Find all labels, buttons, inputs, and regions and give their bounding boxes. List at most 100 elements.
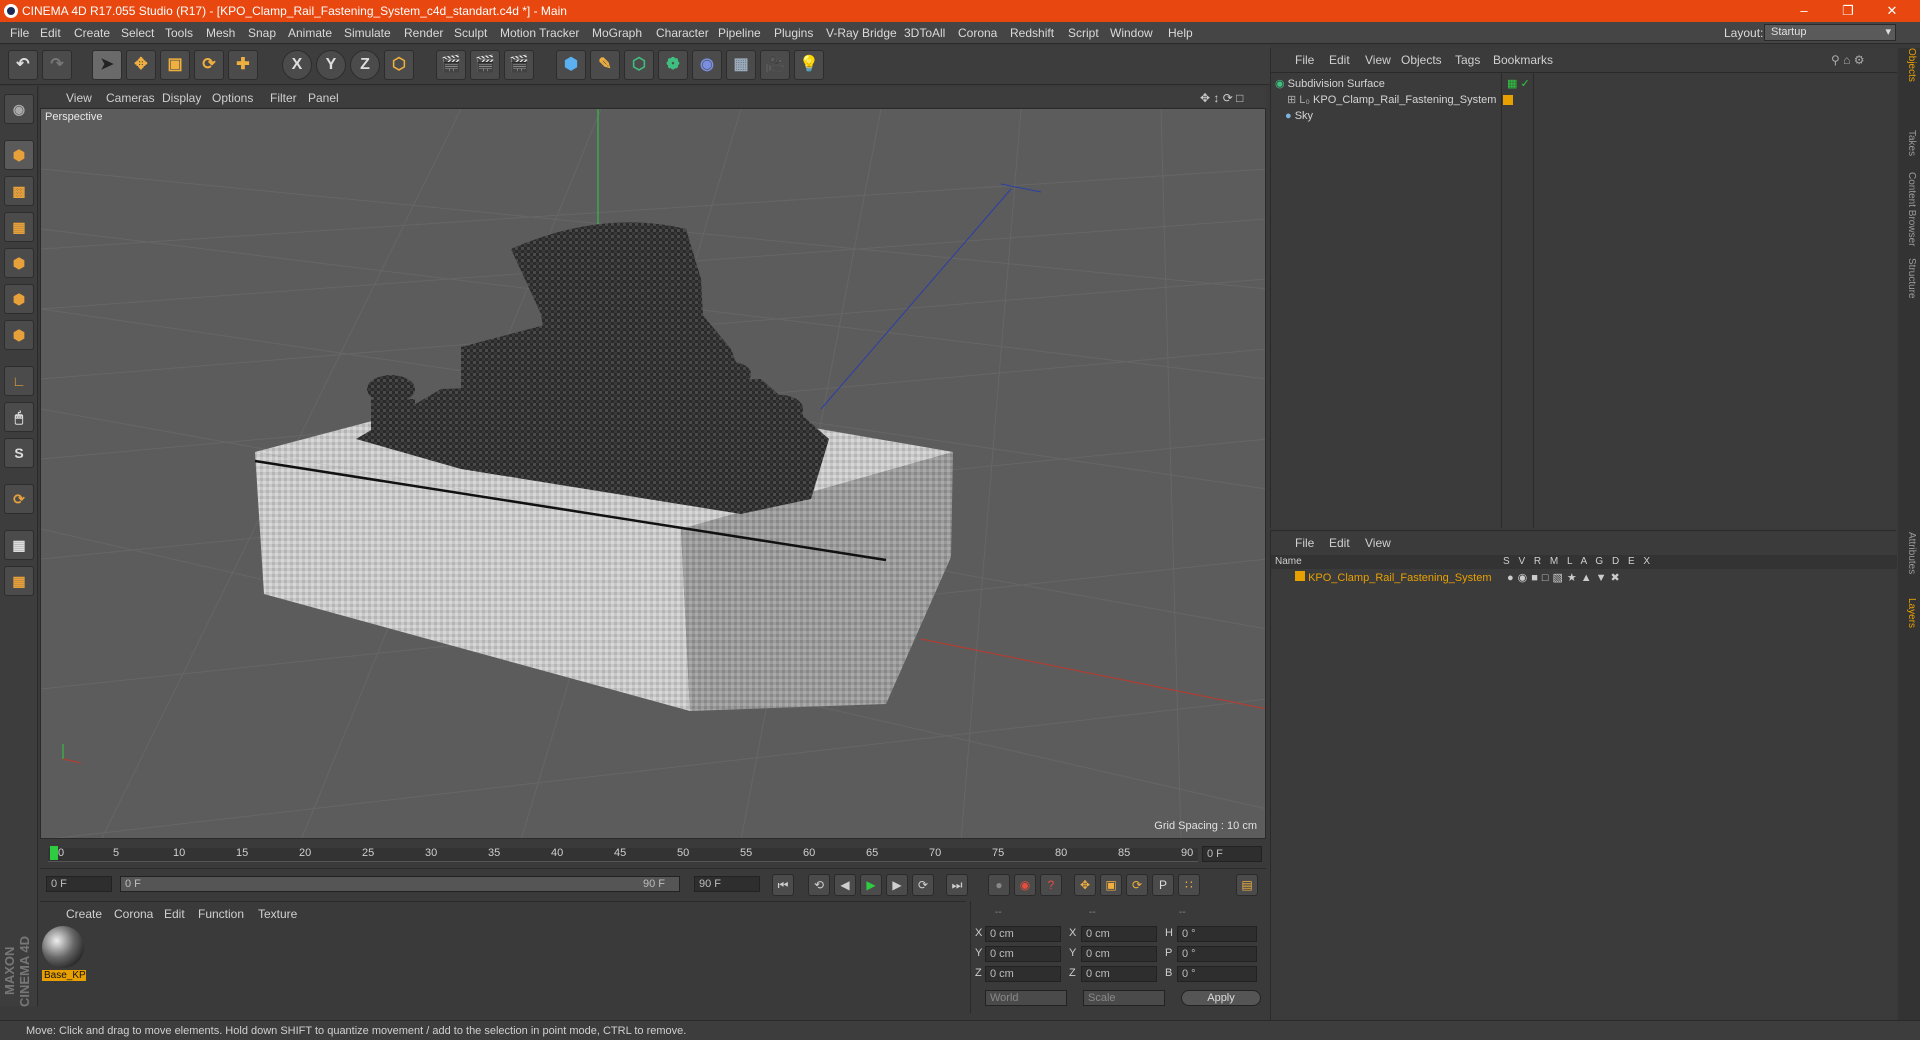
viewport-menu-view[interactable]: View (66, 91, 92, 105)
layer-row[interactable]: KPO_Clamp_Rail_Fastening_System ●◉■□▧★▲▼… (1275, 569, 1895, 587)
material-thumb[interactable]: Base_KP (42, 926, 86, 986)
menu-select[interactable]: Select (121, 26, 154, 40)
end-frame-field[interactable]: 90 F (694, 876, 760, 892)
polygons-mode-button[interactable]: ⬢ (4, 320, 34, 350)
current-frame-field[interactable]: 0 F (1202, 846, 1262, 862)
autokeying-button[interactable]: ◉ (1014, 874, 1036, 896)
menu-tools[interactable]: Tools (165, 26, 193, 40)
obj-menu-objects[interactable]: Objects (1401, 53, 1442, 67)
workplane-lock-button[interactable]: ▦ (4, 530, 34, 560)
menu-character[interactable]: Character (656, 26, 709, 40)
layer-flag-icons[interactable]: ●◉■□▧★▲▼✖ (1507, 569, 1624, 587)
obj-menu-tags[interactable]: Tags (1455, 53, 1480, 67)
x-axis-lock-button[interactable]: X (282, 50, 312, 80)
menu-3dtoall[interactable]: 3DToAll (904, 26, 945, 40)
tab-content-browser[interactable]: Content Browser (1901, 172, 1917, 246)
render-settings-button[interactable]: 🎬 (504, 50, 534, 80)
viewport-menu-panel[interactable]: Panel (308, 91, 339, 105)
menu-mograph[interactable]: MoGraph (592, 26, 642, 40)
tab-attributes[interactable]: Attributes (1901, 532, 1917, 574)
viewport-navigation-icons[interactable]: ✥ ↕ ⟳ □ (1200, 91, 1243, 105)
render-view-button[interactable]: 🎬 (436, 50, 466, 80)
tab-structure[interactable]: Structure (1901, 258, 1917, 299)
world-select[interactable]: World (985, 990, 1067, 1006)
position-y-field[interactable]: 0 cm (985, 946, 1061, 962)
obj-menu-bookmarks[interactable]: Bookmarks (1493, 53, 1553, 67)
tab-objects[interactable]: Objects (1901, 48, 1917, 82)
viewport-menu-cameras[interactable]: Cameras (106, 91, 155, 105)
menu-sculpt[interactable]: Sculpt (454, 26, 487, 40)
axis-mode-button[interactable]: ∟ (4, 366, 34, 396)
texture-mode-button[interactable]: ▩ (4, 176, 34, 206)
maximize-button[interactable]: ❐ (1826, 1, 1870, 21)
apply-button[interactable]: Apply (1181, 990, 1261, 1006)
z-axis-lock-button[interactable]: Z (350, 50, 380, 80)
perspective-viewport[interactable]: Perspective Grid Spacing : 10 cm (40, 108, 1266, 839)
viewport-menu-display[interactable]: Display (162, 91, 201, 105)
rotation-h-field[interactable]: 0 ° (1177, 926, 1257, 942)
point-level-key-button[interactable]: ∷ (1178, 874, 1200, 896)
frame-range-slider[interactable]: 0 F 90 F (120, 876, 680, 892)
position-key-button[interactable]: ✥ (1074, 874, 1096, 896)
layer-menu-edit[interactable]: Edit (1329, 536, 1350, 550)
position-z-field[interactable]: 0 cm (985, 966, 1061, 982)
mograph-cloner-button[interactable]: ❁ (658, 50, 688, 80)
menu-help[interactable]: Help (1168, 26, 1193, 40)
edges-mode-button[interactable]: ⬢ (4, 284, 34, 314)
model-mode-button[interactable]: ⬢ (4, 140, 34, 170)
menu-create[interactable]: Create (74, 26, 110, 40)
layer-menu-view[interactable]: View (1365, 536, 1391, 550)
mat-menu-function[interactable]: Function (198, 907, 244, 921)
previous-frame-button[interactable]: ◀ (834, 874, 856, 896)
menu-edit[interactable]: Edit (40, 26, 61, 40)
mat-menu-edit[interactable]: Edit (164, 907, 185, 921)
mat-menu-corona[interactable]: Corona (114, 907, 153, 921)
camera-button[interactable]: 🎥 (760, 50, 790, 80)
move-tool-button[interactable]: ✥ (126, 50, 156, 80)
timeline-ruler[interactable]: 0 5 10 15 20 25 30 35 40 45 50 55 60 65 … (40, 842, 1266, 867)
live-selection-button[interactable]: ✚ (228, 50, 258, 80)
rotation-b-field[interactable]: 0 ° (1177, 966, 1257, 982)
render-picture-viewer-button[interactable]: 🎬 (470, 50, 500, 80)
menu-window[interactable]: Window (1110, 26, 1153, 40)
snap-button[interactable]: ⟳ (4, 484, 34, 514)
deformer-button[interactable]: ◉ (692, 50, 722, 80)
go-to-end-button[interactable]: ⏭ (946, 874, 968, 896)
menu-mesh[interactable]: Mesh (206, 26, 235, 40)
minimize-button[interactable]: – (1782, 1, 1826, 21)
rotation-key-button[interactable]: ⟳ (1126, 874, 1148, 896)
menu-vray-bridge[interactable]: V-Ray Bridge (826, 26, 897, 40)
rotate-tool-button[interactable]: ⟳ (194, 50, 224, 80)
size-x-field[interactable]: 0 cm (1081, 926, 1157, 942)
subdivision-surface-button[interactable]: ⬡ (624, 50, 654, 80)
menu-file[interactable]: File (10, 26, 29, 40)
record-active-objects-button[interactable]: ● (988, 874, 1010, 896)
mat-menu-texture[interactable]: Texture (258, 907, 297, 921)
coordinate-system-button[interactable]: ⬡ (384, 50, 414, 80)
menu-render[interactable]: Render (404, 26, 443, 40)
menu-snap[interactable]: Snap (248, 26, 276, 40)
make-editable-button[interactable]: ◉ (4, 94, 34, 124)
redo-button[interactable]: ↷ (42, 50, 72, 80)
go-to-start-button[interactable]: ⏮ (772, 874, 794, 896)
solo-mode-button[interactable]: S (4, 438, 34, 468)
obj-menu-file[interactable]: File (1295, 53, 1314, 67)
layer-menu-file[interactable]: File (1295, 536, 1314, 550)
size-z-field[interactable]: 0 cm (1081, 966, 1157, 982)
menu-pipeline[interactable]: Pipeline (718, 26, 761, 40)
cube-object-button[interactable]: ⬢ (556, 50, 586, 80)
next-key-button[interactable]: ⟳ (912, 874, 934, 896)
tab-layers[interactable]: Layers (1901, 598, 1917, 628)
layout-select[interactable]: Startup ▾ (1764, 24, 1896, 41)
menu-corona[interactable]: Corona (958, 26, 997, 40)
workplane-rotate-button[interactable]: ▦ (4, 566, 34, 596)
undo-button[interactable]: ↶ (8, 50, 38, 80)
floor-object-button[interactable]: ▦ (726, 50, 756, 80)
obj-menu-edit[interactable]: Edit (1329, 53, 1350, 67)
menu-motion-tracker[interactable]: Motion Tracker (500, 26, 579, 40)
layer-color-swatch[interactable] (1295, 571, 1305, 581)
size-y-field[interactable]: 0 cm (1081, 946, 1157, 962)
scale-select[interactable]: Scale (1083, 990, 1165, 1006)
menu-simulate[interactable]: Simulate (344, 26, 391, 40)
menu-animate[interactable]: Animate (288, 26, 332, 40)
